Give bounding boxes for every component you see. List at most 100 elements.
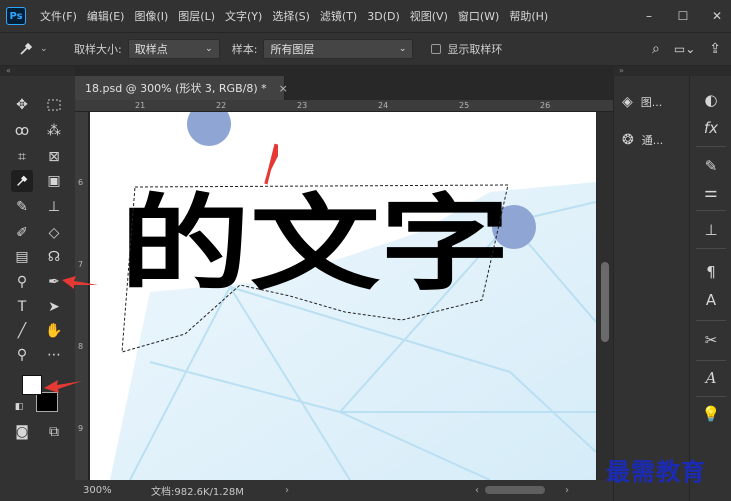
ruler-horizontal: 21 22 23 24 25 26 bbox=[75, 100, 613, 112]
menu-window[interactable]: 窗口(W) bbox=[458, 8, 499, 24]
ruler-label: 24 bbox=[378, 101, 389, 110]
clone-source-icon[interactable]: ⊥ bbox=[699, 218, 723, 242]
document-tab[interactable]: 18.psd @ 300% (形状 3, RGB/8) * × bbox=[75, 76, 288, 100]
workspace-icon[interactable]: ▭⌄ bbox=[674, 42, 695, 56]
scroll-right-icon[interactable]: › bbox=[565, 485, 569, 496]
show-ring-checkbox[interactable] bbox=[431, 44, 442, 54]
maximize-icon[interactable]: ☐ bbox=[677, 10, 689, 22]
menu-image[interactable]: 图像(I) bbox=[134, 8, 168, 24]
brush-settings-icon[interactable]: ✎ bbox=[699, 154, 723, 178]
sample-size-label: 取样大小: bbox=[74, 43, 122, 56]
channels-panel-button[interactable]: ❂ 通... bbox=[622, 126, 682, 154]
crop-tool-icon[interactable]: ⌗ bbox=[11, 146, 33, 168]
window-controls: – ☐ ✕ bbox=[643, 0, 723, 32]
hand-tool-icon[interactable]: ✋ bbox=[43, 320, 65, 342]
menu-type[interactable]: 文字(Y) bbox=[225, 8, 262, 24]
spot-healing-tool-icon[interactable]: ✐ bbox=[11, 222, 33, 244]
adjustments-icon[interactable]: ◐ bbox=[699, 88, 723, 112]
ruler-label: 22 bbox=[216, 101, 227, 110]
toolbar-collapse-strip[interactable]: « bbox=[0, 66, 75, 76]
sample-size-select[interactable]: 取样点 ⌄ bbox=[127, 39, 220, 59]
menu-3d[interactable]: 3D(D) bbox=[367, 10, 400, 23]
quick-mask-icon[interactable]: ◙ bbox=[11, 421, 33, 443]
horizontal-scrollbar-thumb[interactable] bbox=[485, 486, 545, 494]
default-colors-icon[interactable]: ◧ bbox=[12, 400, 26, 414]
line-tool-icon[interactable]: ╱ bbox=[11, 320, 33, 342]
vertical-scrollbar[interactable] bbox=[597, 112, 613, 480]
divider bbox=[696, 396, 726, 397]
marquee-tool-icon[interactable] bbox=[43, 94, 65, 116]
menu-select[interactable]: 选择(S) bbox=[272, 8, 310, 24]
character-styles-icon[interactable]: ¶ bbox=[699, 260, 723, 284]
brush-tool-icon[interactable]: ✎ bbox=[11, 196, 33, 218]
menu-view[interactable]: 视图(V) bbox=[410, 8, 448, 24]
options-bar: ⌄ 取样大小: 取样点 ⌄ 样本: 所有图层 ⌄ 显示取样环 ⌕ ▭⌄ ⇪ bbox=[0, 32, 731, 66]
status-menu-arrow[interactable]: › bbox=[285, 485, 289, 496]
foreground-color-swatch[interactable] bbox=[22, 375, 42, 395]
share-icon[interactable]: ⇪ bbox=[709, 41, 721, 57]
chevron-down-icon: ⌄ bbox=[205, 44, 213, 54]
chevron-down-icon: ⌄ bbox=[398, 44, 407, 54]
frame-select-icon[interactable]: ▣ bbox=[43, 170, 65, 192]
type-tool-icon[interactable]: T bbox=[11, 296, 33, 318]
background-color-swatch[interactable] bbox=[36, 392, 58, 412]
document-area: 18.psd @ 300% (形状 3, RGB/8) * × 21 22 23… bbox=[75, 66, 613, 501]
layers-panel-button[interactable]: ◈ 图... bbox=[622, 88, 682, 116]
menu-file[interactable]: 文件(F) bbox=[40, 8, 77, 24]
ruler-label: 9 bbox=[78, 424, 84, 433]
menu-layer[interactable]: 图层(L) bbox=[178, 8, 215, 24]
eraser-tool-icon[interactable]: ◇ bbox=[43, 222, 65, 244]
ruler-label: 6 bbox=[78, 178, 84, 187]
blue-dot bbox=[187, 112, 231, 146]
menu-filter[interactable]: 滤镜(T) bbox=[320, 8, 357, 24]
channels-panel-label: 通... bbox=[641, 134, 664, 147]
eyedropper-tool-icon[interactable] bbox=[11, 170, 33, 192]
zoom-level[interactable]: 300% bbox=[83, 485, 131, 496]
show-ring-label: 显示取样环 bbox=[447, 43, 503, 56]
frame-tool-icon[interactable]: ⊠ bbox=[43, 146, 65, 168]
divider bbox=[696, 248, 726, 249]
minimize-icon[interactable]: – bbox=[643, 10, 655, 22]
divider bbox=[696, 320, 726, 321]
more-tools-icon[interactable]: ⋯ bbox=[43, 344, 65, 366]
lasso-tool-icon[interactable]: ꝏ bbox=[11, 120, 33, 142]
panels-collapse-strip[interactable]: » bbox=[613, 66, 731, 76]
learn-icon[interactable]: 💡 bbox=[699, 402, 723, 426]
close-icon[interactable]: ✕ bbox=[711, 10, 723, 22]
vertical-scrollbar-thumb[interactable] bbox=[601, 262, 609, 342]
chevron-down-icon: ⌄ bbox=[40, 44, 48, 54]
menu-edit[interactable]: 编辑(E) bbox=[87, 8, 125, 24]
sample-label: 样本: bbox=[231, 43, 258, 56]
scroll-left-icon[interactable]: ‹ bbox=[475, 485, 479, 496]
sample-value: 所有图层 bbox=[270, 43, 315, 56]
ruler-label: 23 bbox=[297, 101, 308, 110]
magic-wand-tool-icon[interactable]: ⁂ bbox=[43, 120, 65, 142]
watermark-text: 最需教育 bbox=[606, 457, 706, 486]
smudge-tool-icon[interactable]: ☊ bbox=[43, 246, 65, 268]
photoshop-logo-icon: Ps bbox=[6, 7, 26, 25]
tool-preset-picker[interactable]: ⌄ bbox=[18, 37, 62, 61]
gradient-tool-icon[interactable]: ▤ bbox=[11, 246, 33, 268]
document-tab-title: 18.psd @ 300% (形状 3, RGB/8) * bbox=[85, 82, 267, 95]
tool-presets-icon[interactable]: ✂ bbox=[699, 328, 723, 352]
close-icon[interactable]: × bbox=[279, 82, 288, 95]
annotation-arrow bbox=[264, 143, 278, 185]
brush-presets-icon[interactable]: ⚌ bbox=[699, 180, 723, 204]
glyphs-icon[interactable]: A bbox=[699, 366, 723, 390]
ruler-label: 8 bbox=[78, 342, 84, 351]
dodge-tool-icon[interactable]: ⚲ bbox=[11, 271, 33, 293]
move-tool-icon[interactable]: ✥ bbox=[11, 94, 33, 116]
paragraph-styles-icon[interactable]: A bbox=[699, 288, 723, 312]
path-selection-tool-icon[interactable]: ➤ bbox=[43, 296, 65, 318]
right-icon-panel: ◐ fx ✎ ⚌ ⊥ ¶ A ✂ A 💡 bbox=[689, 76, 731, 501]
canvas-text[interactable]: 的文字 bbox=[120, 183, 510, 305]
canvas[interactable]: 的文字 bbox=[90, 112, 596, 480]
sample-select[interactable]: 所有图层 ⌄ bbox=[263, 39, 414, 59]
ruler-vertical: 6 7 8 9 bbox=[75, 112, 89, 480]
menu-help[interactable]: 帮助(H) bbox=[509, 8, 548, 24]
search-icon[interactable]: ⌕ bbox=[652, 41, 660, 57]
zoom-tool-icon[interactable]: ⚲ bbox=[11, 344, 33, 366]
screen-mode-icon[interactable]: ⧉ bbox=[43, 421, 65, 443]
fx-styles-icon[interactable]: fx bbox=[699, 116, 723, 140]
stamp-tool-icon[interactable]: ⊥ bbox=[43, 196, 65, 218]
